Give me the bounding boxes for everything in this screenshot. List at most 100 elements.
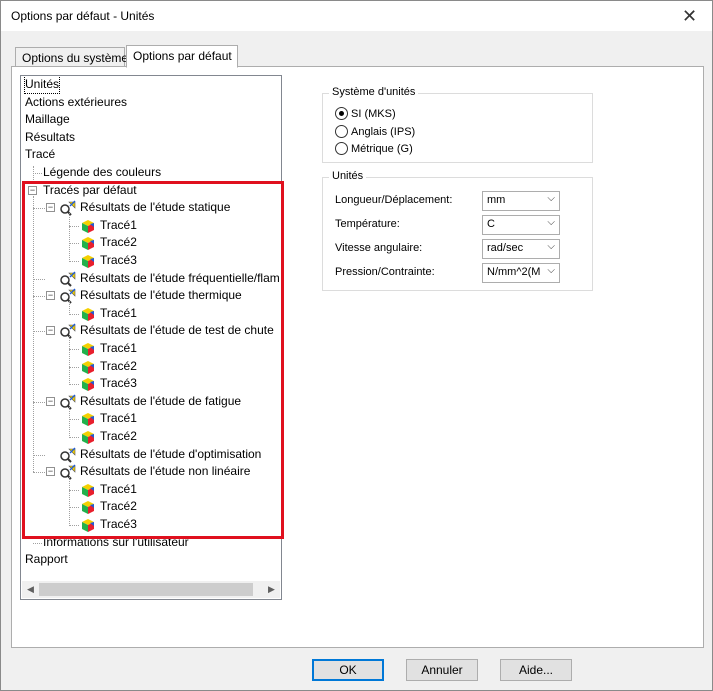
tree-item-plot[interactable]: Tracé2 <box>100 498 137 515</box>
length-select[interactable]: mm ⌵ <box>482 191 560 211</box>
tab-label: Options du système <box>22 51 129 65</box>
horizontal-scrollbar[interactable]: ◀ ▶ <box>22 581 280 598</box>
options-dialog: Options par défaut - Unités ✕ Options du… <box>0 0 713 691</box>
tree-connector <box>33 331 45 333</box>
tree-item[interactable]: Tracé <box>25 146 55 163</box>
temperature-select[interactable]: C ⌵ <box>482 215 560 235</box>
units-title: Unités <box>329 170 367 182</box>
tree-connector <box>69 213 70 262</box>
collapse-study-icon[interactable]: − <box>46 467 55 477</box>
chevron-down-icon: ⌵ <box>547 265 555 276</box>
radio-metric[interactable]: Métrique (G) <box>335 141 413 157</box>
tree-item-plot[interactable]: Tracé2 <box>100 234 137 251</box>
tree-connector <box>69 437 79 438</box>
radio-metric-label: Métrique (G) <box>351 143 413 155</box>
tree-item[interactable]: Unités <box>23 76 61 94</box>
tree-connector <box>33 472 45 474</box>
tree-connector <box>33 195 34 473</box>
plot-icon <box>80 341 96 357</box>
cancel-button[interactable]: Annuler <box>406 659 478 681</box>
tree-connector <box>69 525 79 526</box>
tree-item-report[interactable]: Rapport <box>25 551 68 568</box>
tree-connector <box>69 261 79 262</box>
tree-item-default-plots[interactable]: Tracés par défaut <box>43 182 137 199</box>
length-value: mm <box>487 194 506 206</box>
radio-english-label: Anglais (IPS) <box>351 126 416 138</box>
radio-si-label: SI (MKS) <box>351 108 396 120</box>
tree-item-study[interactable]: Résultats de l'étude thermique <box>80 287 242 304</box>
tree-item-plot[interactable]: Tracé1 <box>100 305 137 322</box>
collapse-study-icon[interactable]: − <box>46 291 55 301</box>
tree-connector <box>33 454 45 456</box>
chevron-down-icon: ⌵ <box>547 217 555 228</box>
tab-default-options[interactable]: Options par défaut <box>126 45 238 68</box>
window-title: Options par défaut - Unités <box>11 9 155 23</box>
tab-panel: ◀ ▶ Unités Actions extérieures Maillage Rés… <box>11 66 704 648</box>
tree-item-plot[interactable]: Tracé1 <box>100 481 137 498</box>
help-button[interactable]: Aide... <box>500 659 572 681</box>
tree-connector <box>69 313 79 315</box>
tree-item[interactable]: Actions extérieures <box>25 94 127 111</box>
tree-item-study[interactable]: Résultats de l'étude fréquentielle/flam <box>80 270 280 287</box>
plot-icon <box>80 235 96 251</box>
tree-connector <box>69 366 79 368</box>
tree-item-study[interactable]: Résultats de l'étude d'optimisation <box>80 446 261 463</box>
pressure-select[interactable]: N/mm^2(M ⌵ <box>482 263 560 283</box>
tree-item-study[interactable]: Résultats de l'étude statique <box>80 199 230 216</box>
temperature-label: Température: <box>335 218 400 230</box>
plot-icon <box>80 429 96 445</box>
tree-item-plot[interactable]: Tracé2 <box>100 358 137 375</box>
close-icon[interactable]: ✕ <box>667 1 712 31</box>
tab-system-options[interactable]: Options du système <box>15 47 129 68</box>
plot-icon <box>80 376 96 392</box>
optimization-study-icon <box>59 447 76 463</box>
plot-icon <box>80 306 96 322</box>
radio-english-icon[interactable] <box>335 125 348 138</box>
angular-velocity-select[interactable]: rad/sec ⌵ <box>482 239 560 259</box>
collapse-study-icon[interactable]: − <box>46 326 55 336</box>
tree-item-plot[interactable]: Tracé3 <box>100 252 137 269</box>
tree-connector <box>69 301 70 315</box>
tree-connector <box>33 173 42 174</box>
radio-english[interactable]: Anglais (IPS) <box>335 124 415 140</box>
tree-item-plot[interactable]: Tracé1 <box>100 340 137 357</box>
tree-connector <box>69 384 79 386</box>
length-label: Longueur/Déplacement: <box>335 194 453 206</box>
tree-item-plot[interactable]: Tracé2 <box>100 428 137 445</box>
tree-connector <box>69 349 79 350</box>
ok-button[interactable]: OK <box>312 659 384 681</box>
plot-icon <box>80 482 96 498</box>
options-tree[interactable]: ◀ ▶ Unités Actions extérieures Maillage Rés… <box>20 75 282 600</box>
title-bar: Options par défaut - Unités ✕ <box>1 1 712 31</box>
radio-metric-icon[interactable] <box>335 142 348 155</box>
radio-si[interactable]: SI (MKS) <box>335 106 396 122</box>
units-group: Unités Longueur/Déplacement: mm ⌵ Tempéra… <box>322 170 593 291</box>
tree-connector <box>69 406 70 438</box>
tree-item-study[interactable]: Résultats de l'étude de fatigue <box>80 393 241 410</box>
tree-item-study[interactable]: Résultats de l'étude non linéaire <box>80 463 250 480</box>
scroll-left-icon[interactable]: ◀ <box>22 581 39 598</box>
collapse-study-icon[interactable]: − <box>46 203 55 213</box>
thermal-study-icon <box>59 288 76 304</box>
collapse-default-plots-icon[interactable]: − <box>28 185 37 195</box>
tree-item-plot[interactable]: Tracé3 <box>100 375 137 392</box>
tree-item-plot[interactable]: Tracé1 <box>100 217 137 234</box>
tree-item[interactable]: Résultats <box>25 129 75 146</box>
tree-connector <box>69 243 79 245</box>
tree-connector <box>33 296 45 298</box>
plot-icon <box>80 517 96 533</box>
radio-si-icon[interactable] <box>335 107 348 120</box>
scroll-right-icon[interactable]: ▶ <box>263 581 280 598</box>
plot-icon <box>80 499 96 515</box>
collapse-study-icon[interactable]: − <box>46 396 55 406</box>
scrollbar-thumb[interactable] <box>39 583 253 596</box>
tree-connector <box>69 336 70 386</box>
tree-item-study[interactable]: Résultats de l'étude de test de chute <box>80 322 274 339</box>
tab-label: Options par défaut <box>133 49 232 63</box>
tree-item-plot[interactable]: Tracé1 <box>100 410 137 427</box>
tree-item-plot[interactable]: Tracé3 <box>100 516 137 533</box>
tree-item[interactable]: Maillage <box>25 111 70 128</box>
chevron-down-icon: ⌵ <box>547 241 555 252</box>
tree-item-color-legend[interactable]: Légende des couleurs <box>43 164 161 181</box>
tree-item-user-info[interactable]: Informations sur l'utilisateur <box>43 534 189 551</box>
